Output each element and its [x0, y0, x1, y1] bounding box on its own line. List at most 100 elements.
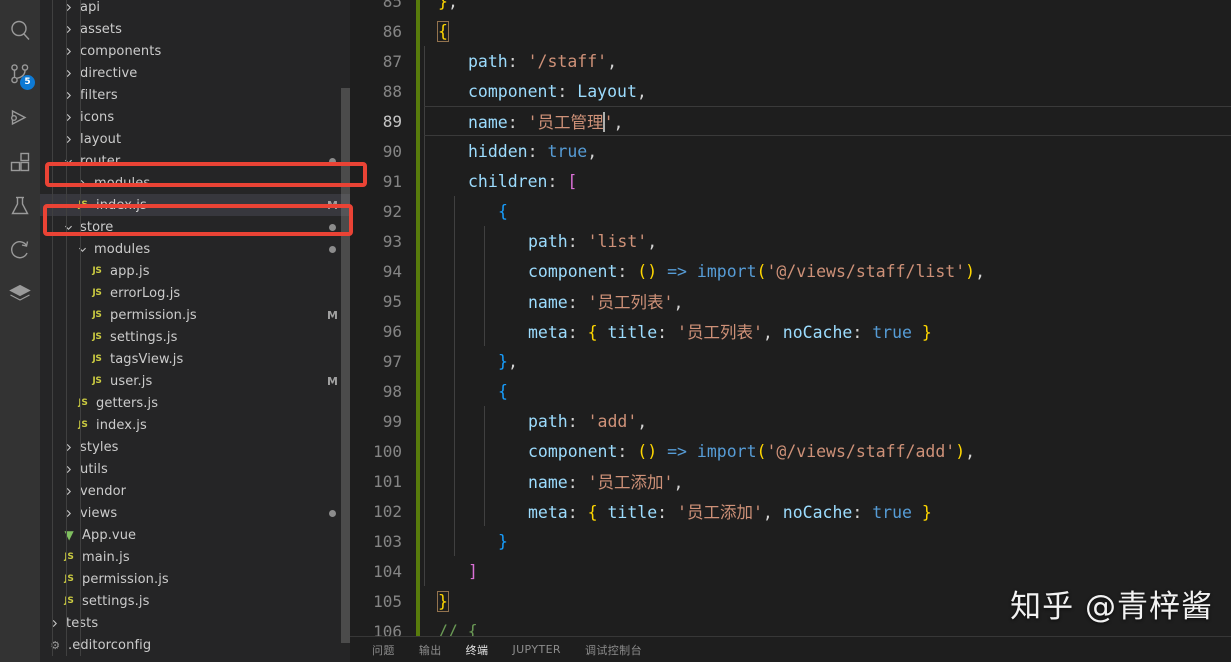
tree-item-tests[interactable]: tests	[40, 612, 350, 634]
tree-item-label: views	[80, 505, 118, 521]
testing-icon[interactable]	[0, 184, 40, 228]
tree-item-assets[interactable]: assets	[40, 18, 350, 40]
tree-item-label: store	[80, 219, 114, 235]
extensions-icon[interactable]	[0, 140, 40, 184]
code-line-102[interactable]: 102 meta: { title: '员工添加', noCache: true …	[350, 496, 1231, 526]
code-line-89[interactable]: 89 name: '员工管理',	[350, 106, 1231, 136]
code-line-100[interactable]: 100 component: () => import('@/views/staf…	[350, 436, 1231, 466]
panel-tab-2[interactable]: 终端	[463, 637, 491, 662]
code-editor[interactable]: 85}, 86 {87 path: '/staff', 88 component: Lay…	[350, 0, 1231, 662]
tree-item-components[interactable]: components	[40, 40, 350, 62]
tree-item-layout[interactable]: layout	[40, 128, 350, 150]
tree-item-label: main.js	[82, 549, 130, 565]
layers-icon[interactable]	[0, 272, 40, 316]
code-line-91[interactable]: 91 children: [	[350, 166, 1231, 196]
code-line-94[interactable]: 94 component: () => import('@/views/staff…	[350, 256, 1231, 286]
indent-guide	[66, 0, 67, 656]
tree-item--editorconfig[interactable]: ⚙ .editorconfig	[40, 634, 350, 656]
code-line-99[interactable]: 99 path: 'add',	[350, 406, 1231, 436]
line-number: 91	[382, 171, 402, 191]
code-line-96[interactable]: 96 meta: { title: '员工列表', noCache: true }	[350, 316, 1231, 346]
tree-item-filters[interactable]: filters	[40, 84, 350, 106]
code-line-97[interactable]: 97},	[350, 346, 1231, 376]
line-number: 88	[382, 81, 402, 101]
search-icon[interactable]	[0, 8, 40, 52]
tree-item-index-js[interactable]: JS index.js	[40, 414, 350, 436]
tree-item-label: tagsView.js	[110, 351, 184, 367]
tree-item-icons[interactable]: icons	[40, 106, 350, 128]
tree-item-settings-js[interactable]: JS settings.js	[40, 590, 350, 612]
code-line-95[interactable]: 95 name: '员工列表',	[350, 286, 1231, 316]
tree-item-label: router	[80, 153, 121, 169]
tree-item-permission-js[interactable]: JS permission.js	[40, 568, 350, 590]
tree-item-app-vue[interactable]: ▼ App.vue	[40, 524, 350, 546]
code-text: name: '员工添加',	[528, 473, 684, 492]
chevron-right-icon	[74, 178, 90, 189]
code-lines[interactable]: 85}, 86 {87 path: '/staff', 88 component: Lay…	[350, 0, 1231, 636]
code-line-85[interactable]: 85},	[350, 0, 1231, 16]
tree-item-modules[interactable]: modules	[40, 238, 350, 260]
tree-item-app-js[interactable]: JS app.js	[40, 260, 350, 282]
code-text: path: 'add',	[528, 411, 648, 431]
tree-item-tagsview-js[interactable]: JS tagsView.js	[40, 348, 350, 370]
code-line-93[interactable]: 93 path: 'list',	[350, 226, 1231, 256]
run-and-debug-icon[interactable]	[0, 96, 40, 140]
line-number: 100	[373, 441, 402, 461]
indent-guide	[52, 0, 53, 656]
tree-item-modules[interactable]: modules	[40, 172, 350, 194]
git-modified-gutter	[416, 166, 420, 196]
git-modified-gutter	[416, 106, 420, 136]
panel-tab-3[interactable]: JUPYTER	[510, 637, 563, 662]
tree-item-label: utils	[80, 461, 108, 477]
file-tree[interactable]: api assets components directive filters icons…	[40, 0, 350, 656]
tree-item-permission-js[interactable]: JS permission.js M	[40, 304, 350, 326]
line-number: 101	[373, 471, 402, 491]
sidebar-scrollbar[interactable]	[341, 88, 350, 643]
panel-tab-0[interactable]: 问题	[370, 637, 397, 662]
js-file-icon: JS	[78, 200, 88, 210]
code-line-103[interactable]: 103}	[350, 526, 1231, 556]
tree-item-main-js[interactable]: JS main.js	[40, 546, 350, 568]
tree-item-views[interactable]: views	[40, 502, 350, 524]
tree-item-styles[interactable]: styles	[40, 436, 350, 458]
tree-item-user-js[interactable]: JS user.js M	[40, 370, 350, 392]
tree-item-label: modules	[94, 241, 151, 257]
code-line-88[interactable]: 88 component: Layout,	[350, 76, 1231, 106]
sync-icon[interactable]	[0, 228, 40, 272]
code-line-101[interactable]: 101 name: '员工添加',	[350, 466, 1231, 496]
js-file-icon: JS	[92, 288, 102, 298]
code-line-98[interactable]: 98 {	[350, 376, 1231, 406]
tree-item-label: components	[80, 43, 162, 59]
tree-item-settings-js[interactable]: JS settings.js	[40, 326, 350, 348]
tree-item-getters-js[interactable]: JS getters.js	[40, 392, 350, 414]
git-status-badge: M	[327, 198, 338, 212]
panel-tab-4[interactable]: 调试控制台	[583, 637, 644, 662]
tree-item-directive[interactable]: directive	[40, 62, 350, 84]
tree-item-errorlog-js[interactable]: JS errorLog.js	[40, 282, 350, 304]
tree-item-api[interactable]: api	[40, 0, 350, 18]
line-number: 96	[382, 321, 402, 341]
code-text: name: '员工列表',	[528, 293, 684, 312]
tree-item-label: directive	[80, 65, 138, 81]
git-modified-gutter	[416, 586, 420, 616]
line-number: 93	[382, 231, 402, 251]
code-line-87[interactable]: 87 path: '/staff',	[350, 46, 1231, 76]
tree-item-router[interactable]: router	[40, 150, 350, 172]
tree-item-label: tests	[66, 615, 99, 631]
source-control-icon[interactable]: 5	[0, 52, 40, 96]
git-modified-gutter	[416, 436, 420, 466]
explorer-sidebar: api assets components directive filters icons…	[40, 0, 350, 662]
chevron-right-icon	[60, 90, 76, 101]
tree-item-label: index.js	[96, 197, 147, 213]
tree-item-vendor[interactable]: vendor	[40, 480, 350, 502]
js-file-icon: JS	[92, 266, 102, 276]
code-line-86[interactable]: 86 {	[350, 16, 1231, 46]
code-text: {	[498, 201, 508, 221]
tree-item-index-js[interactable]: JS index.js M	[40, 194, 350, 216]
tree-item-store[interactable]: store	[40, 216, 350, 238]
tree-item-utils[interactable]: utils	[40, 458, 350, 480]
code-text: },	[438, 0, 458, 11]
code-line-90[interactable]: 90 hidden: true,	[350, 136, 1231, 166]
panel-tab-1[interactable]: 输出	[417, 637, 444, 662]
code-line-92[interactable]: 92 {	[350, 196, 1231, 226]
